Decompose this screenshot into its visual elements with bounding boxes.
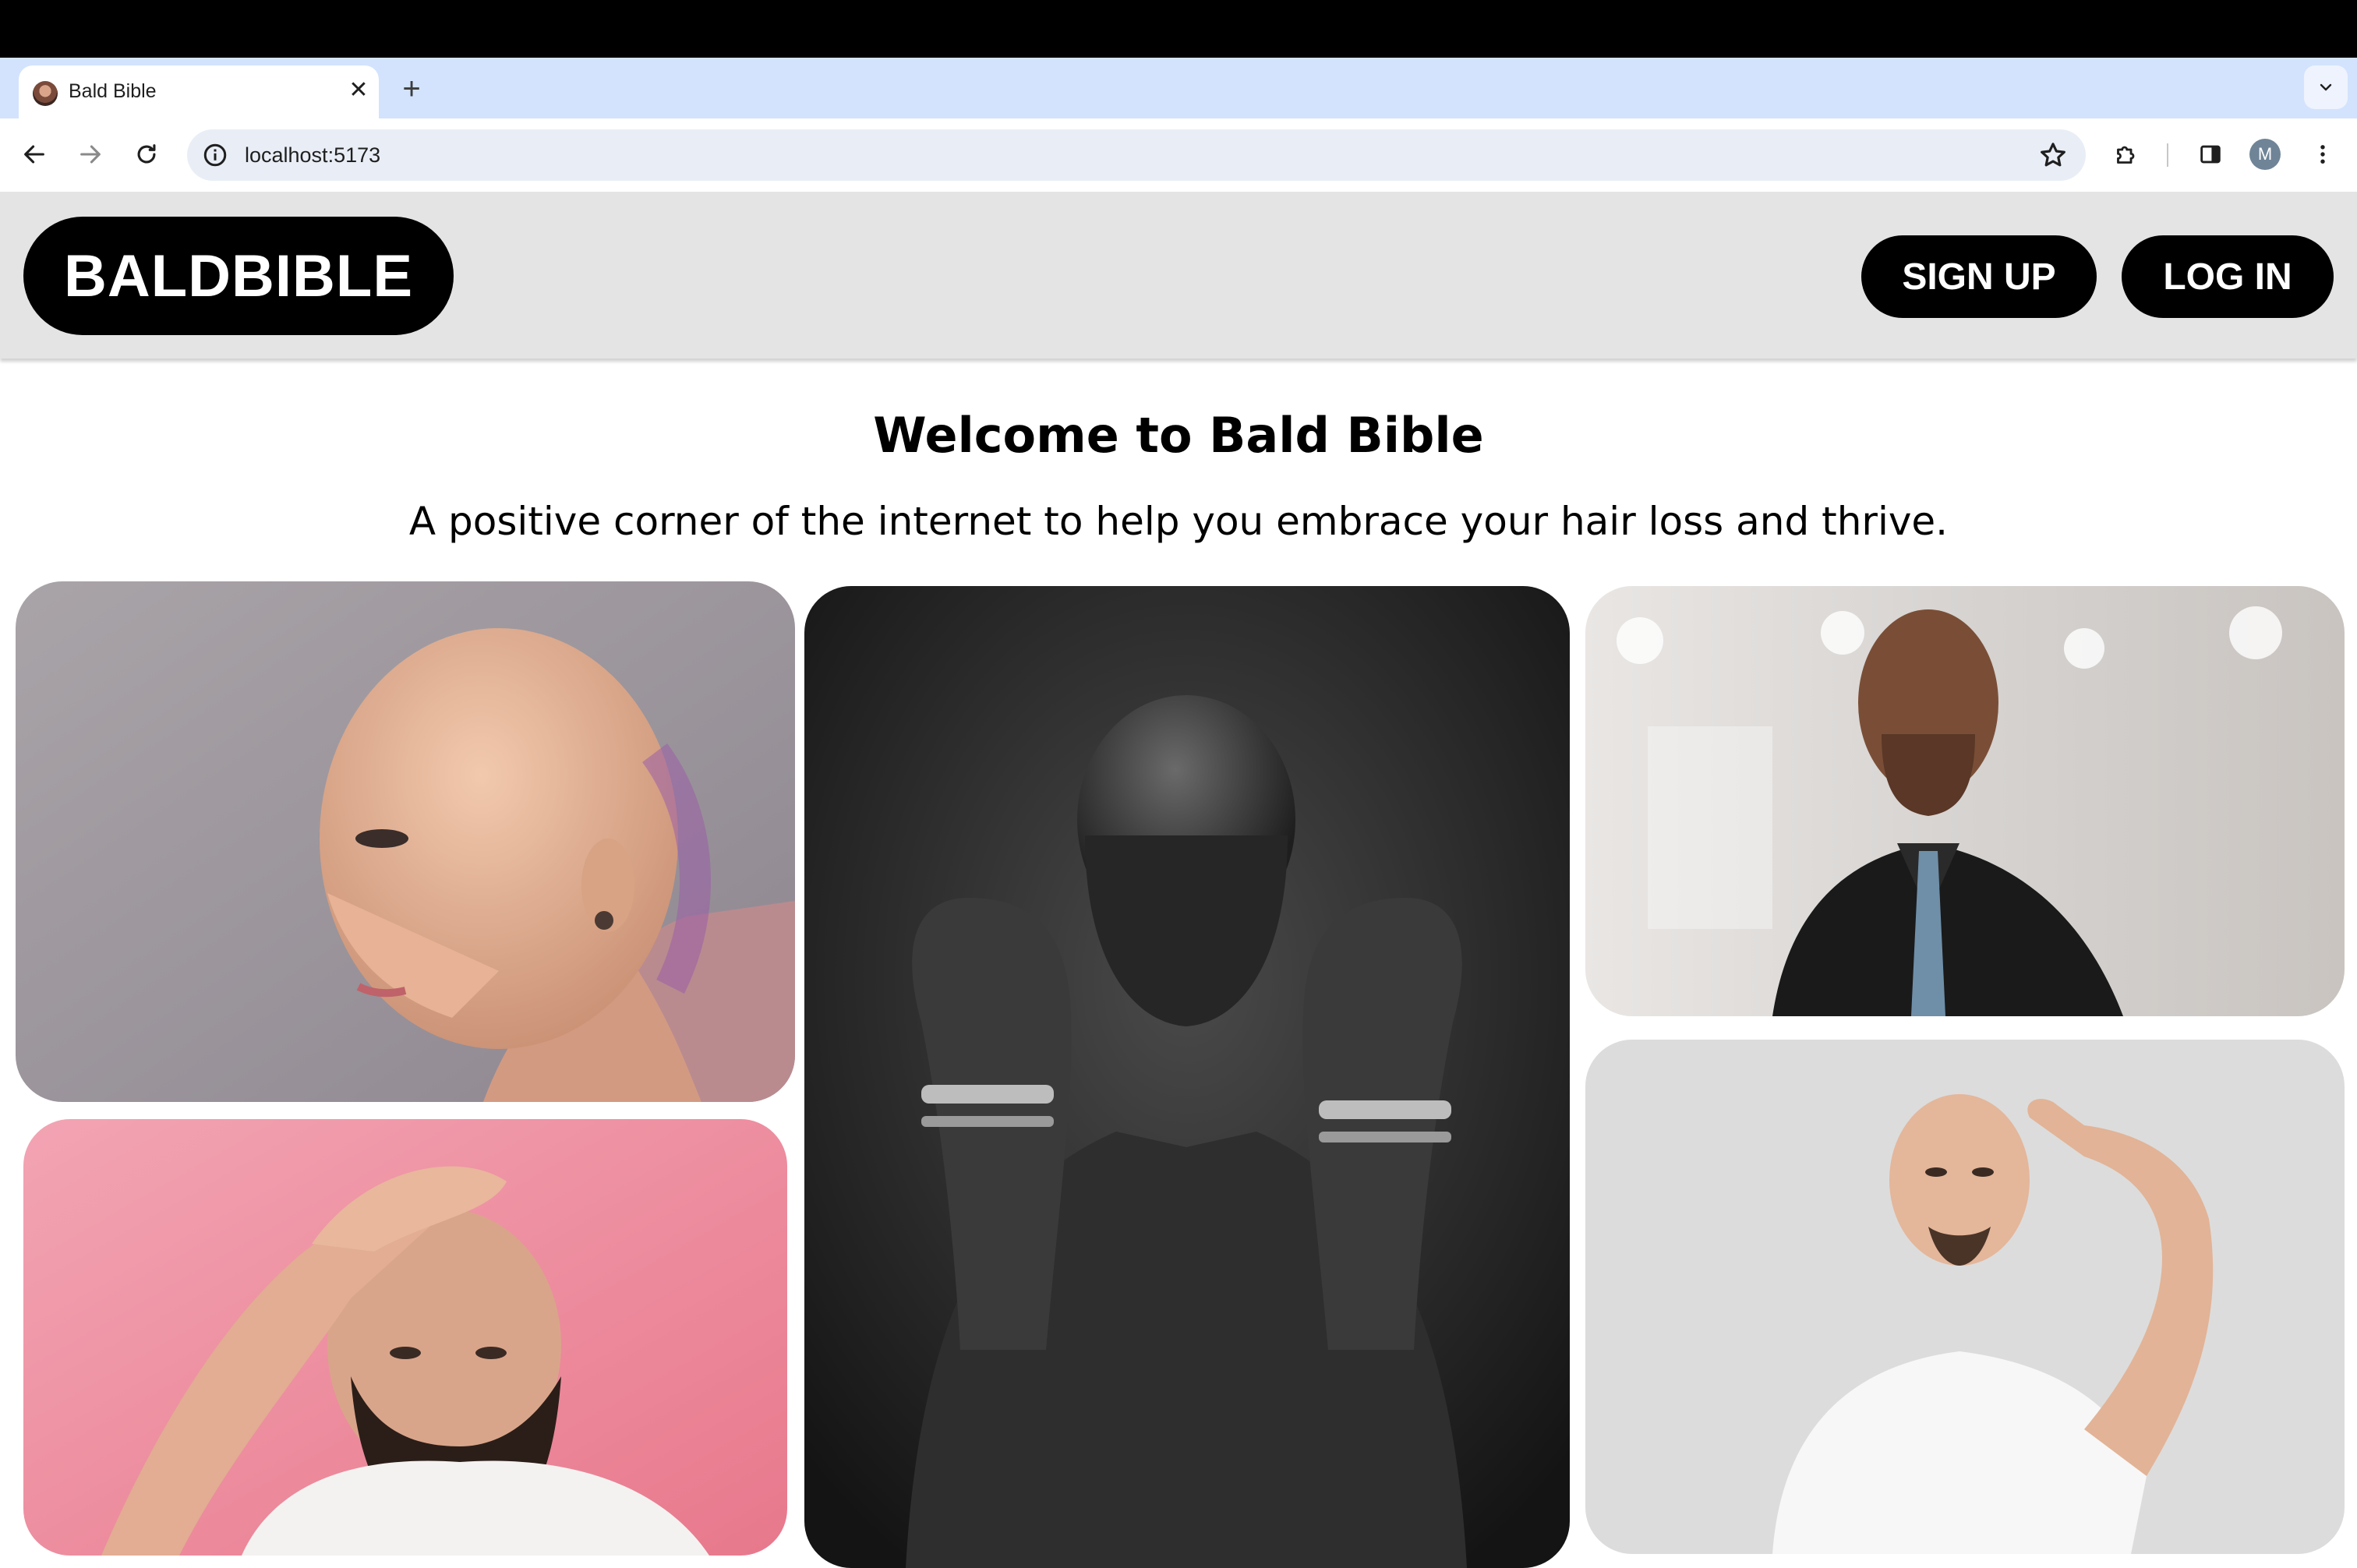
sign-up-button[interactable]: SIGN UP [1861, 235, 2097, 318]
photo-man-black-and-white [804, 586, 1570, 1568]
site-info-icon[interactable] [201, 141, 229, 169]
browser-menu-button[interactable] [2304, 136, 2341, 173]
back-button[interactable] [14, 134, 55, 175]
more-vert-icon [2320, 145, 2325, 164]
forward-button[interactable] [70, 134, 111, 175]
extensions-button[interactable] [2108, 136, 2145, 173]
reload-button[interactable] [126, 134, 167, 175]
side-panel-button[interactable] [2192, 136, 2229, 173]
bookmark-star-icon[interactable] [2037, 139, 2069, 171]
browser-toolbar: localhost:5173 M [0, 118, 2357, 192]
tab-title: Bald Bible [69, 80, 157, 102]
site-header: BALDBIBLE SIGN UP LOG IN [0, 192, 2357, 358]
chevron-down-icon [2320, 83, 2332, 90]
url-text[interactable]: localhost:5173 [245, 143, 380, 168]
photo-man-white-tshirt [1585, 1040, 2345, 1554]
back-arrow-icon [24, 145, 44, 164]
new-tab-button[interactable]: + [394, 72, 429, 106]
tab-bald-bible[interactable]: Bald Bible ✕ [19, 65, 379, 118]
system-bar [0, 0, 2357, 58]
tab-close-icon[interactable]: ✕ [343, 75, 374, 106]
side-panel-icon [2200, 145, 2221, 164]
site-logo[interactable]: BALDBIBLE [23, 217, 454, 335]
tab-search-button[interactable] [2304, 65, 2348, 109]
log-in-button[interactable]: LOG IN [2122, 235, 2334, 318]
tab-favicon-icon [33, 81, 58, 106]
photo-man-black-shirt [1585, 586, 2345, 1016]
toolbar-divider [2167, 143, 2168, 167]
photo-bearded-man-pink [23, 1119, 787, 1556]
page-subtitle: A positive corner of the internet to hel… [408, 499, 1949, 544]
reload-icon [137, 144, 156, 164]
forward-arrow-icon [80, 145, 101, 164]
extensions-icon [2117, 146, 2135, 164]
profile-avatar[interactable]: M [2249, 139, 2281, 170]
address-bar[interactable]: localhost:5173 [187, 129, 2086, 181]
page-title: Welcome to Bald Bible [873, 407, 1484, 464]
photo-bald-woman-profile [16, 581, 795, 1102]
tab-strip: Bald Bible ✕ + [0, 58, 2357, 118]
